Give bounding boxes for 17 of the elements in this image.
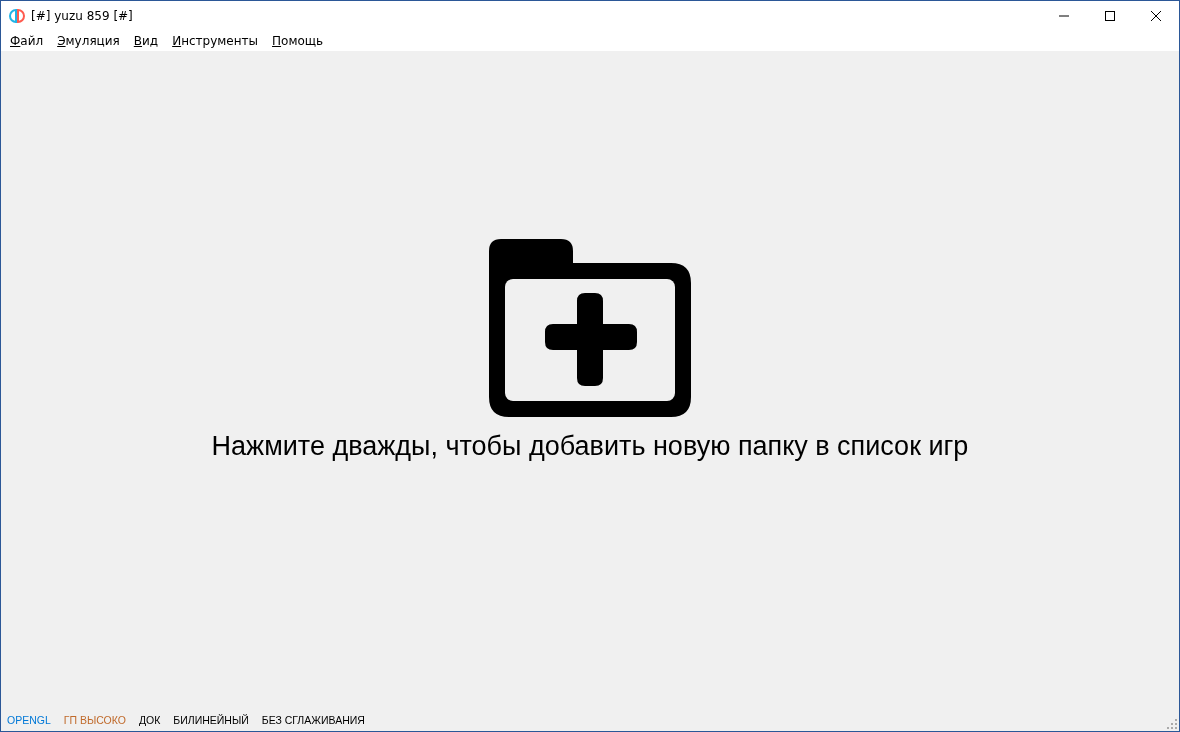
menu-item[interactable]: Инструменты	[165, 34, 266, 48]
menu-item[interactable]: Вид	[126, 34, 166, 48]
status-label: ДОК	[138, 714, 161, 726]
window-title: [#] yuzu 859 [#]	[31, 9, 134, 23]
menu-item[interactable]: Помощь	[265, 34, 331, 48]
status-label: ГП ВЫСОКО	[63, 714, 126, 726]
app-logo-icon	[9, 8, 25, 24]
menu-item[interactable]: Эмуляция	[50, 34, 127, 48]
close-icon	[1151, 11, 1161, 21]
add-folder-icon[interactable]	[489, 238, 691, 417]
resize-grip-icon[interactable]	[1167, 719, 1177, 729]
maximize-icon	[1105, 11, 1115, 21]
empty-list-hint[interactable]: Нажмите дважды, чтобы добавить новую папку в список игр	[211, 430, 969, 462]
status-label: БИЛИНЕЙНЫЙ	[173, 714, 249, 726]
status-label: OPENGL	[7, 714, 51, 726]
menu-item[interactable]: Файл	[3, 34, 51, 48]
status-label: БЕЗ СГЛАЖИВАНИЯ	[261, 714, 365, 726]
